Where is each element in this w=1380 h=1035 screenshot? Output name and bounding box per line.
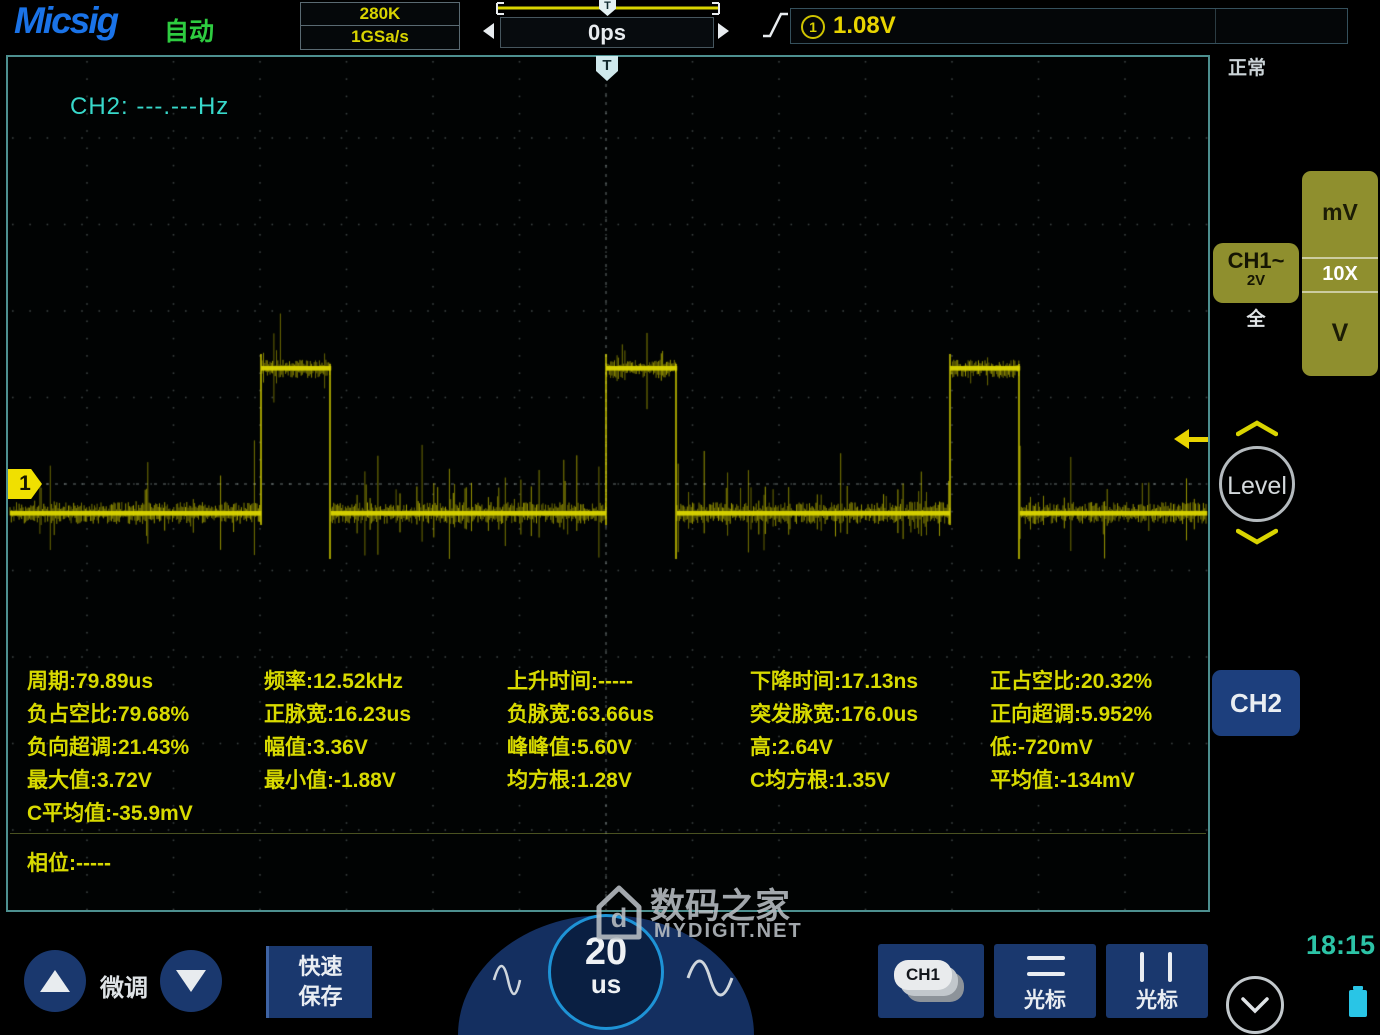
vertical-scale-panel[interactable]: mV 10X V — [1302, 171, 1378, 376]
battery-body — [1349, 990, 1367, 1017]
measurement-item: 频率:12.52kHz — [264, 665, 411, 698]
trigger-slope-icon[interactable] — [762, 11, 789, 39]
measurement-item: 低:-720mV — [990, 731, 1152, 764]
measurement-item: 正脉宽:16.23us — [264, 698, 411, 731]
measurement-grid: 周期:79.89us负占空比:79.68%负向超调:21.43%最大值:3.72… — [8, 57, 1208, 910]
measurement-item: C平均值:-35.9mV — [27, 797, 193, 830]
vcursor-line-icon — [1168, 952, 1172, 982]
trigger-source-icon: 1 — [801, 15, 825, 39]
divider — [1302, 257, 1378, 259]
measurement-column: 频率:12.52kHz正脉宽:16.23us幅值:3.36V最小值:-1.88V — [264, 665, 411, 797]
measurement-item: 幅值:3.36V — [264, 731, 411, 764]
measurement-item: 正向超调:5.952% — [990, 698, 1152, 731]
ch1-bandwidth-label: 全 — [1238, 304, 1274, 331]
hcursor-label: 光标 — [994, 984, 1096, 1014]
waveform-display[interactable]: CH2: ---.---Hz T 1 周期:79.89us负占空比:79.68%… — [6, 55, 1210, 912]
measurement-item: 负脉宽:63.66us — [507, 698, 654, 731]
measurement-item: 周期:79.89us — [27, 665, 193, 698]
vcursor-label: 光标 — [1106, 984, 1208, 1014]
divider — [1302, 291, 1378, 293]
trigger-status-box[interactable]: 1 1.08V — [790, 8, 1348, 44]
quick-save-button[interactable]: 快速 保存 — [266, 946, 372, 1018]
horizontal-cursor-button[interactable]: 光标 — [994, 944, 1096, 1018]
ch1-channel-button[interactable]: CH1~ 2V — [1213, 243, 1299, 303]
down-triangle-icon — [176, 970, 206, 992]
measurement-item: 峰峰值:5.60V — [507, 731, 654, 764]
ch1-scale: 2V — [1213, 273, 1299, 289]
sine-large-icon[interactable] — [684, 952, 736, 1004]
watermark-subtitle: MYDIGIT.NET — [654, 920, 803, 943]
measurement-item: 最大值:3.72V — [27, 764, 193, 797]
measurement-item: 突发脉宽:176.0us — [750, 698, 918, 731]
timebase-unit: us — [551, 971, 661, 997]
measurement-separator — [10, 833, 1206, 834]
measurement-item: 均方根:1.28V — [507, 764, 654, 797]
fine-tune-label: 微调 — [100, 968, 148, 1003]
svg-text:d: d — [611, 903, 628, 933]
house-logo-icon: d — [592, 882, 646, 944]
measurement-column: 下降时间:17.13ns突发脉宽:176.0us高:2.64VC均方根:1.35… — [750, 665, 918, 797]
level-down-icon[interactable] — [1236, 528, 1278, 545]
measurement-column: 上升时间:-----负脉宽:63.66us峰峰值:5.60V均方根:1.28V — [507, 665, 654, 797]
trigger-level-value: 1.08V — [833, 12, 896, 40]
measurement-item: 下降时间:17.13ns — [750, 665, 918, 698]
sine-small-icon[interactable] — [490, 958, 524, 1002]
measurement-item: 负向超调:21.43% — [27, 731, 193, 764]
measurement-item: 高:2.64V — [750, 731, 918, 764]
level-up-icon[interactable] — [1236, 420, 1278, 437]
hpos-left-arrow[interactable] — [483, 23, 494, 39]
ch1-select-button[interactable]: CH1 — [878, 944, 984, 1018]
measurement-item: 上升时间:----- — [507, 665, 654, 698]
chevron-down-icon — [1229, 979, 1281, 1031]
ch2-channel-button[interactable]: CH2 — [1212, 670, 1300, 736]
hcursor-line-icon — [1027, 956, 1065, 960]
measurement-item: 正占空比:20.32% — [990, 665, 1152, 698]
hpos-right-arrow[interactable] — [718, 23, 729, 39]
acquisition-mode-label[interactable]: 自动 — [164, 12, 214, 48]
battery-icon — [1349, 986, 1367, 1017]
trigger-level-knob[interactable]: Level — [1219, 446, 1295, 522]
measurement-item: 最小值:-1.88V — [264, 764, 411, 797]
measurement-column: 周期:79.89us负占空比:79.68%负向超调:21.43%最大值:3.72… — [27, 665, 193, 830]
stack-card-label: CH1 — [894, 960, 952, 990]
up-triangle-icon — [40, 970, 70, 992]
measurement-column: 正占空比:20.32%正向超调:5.952%低:-720mV平均值:-134mV — [990, 665, 1152, 797]
sample-rate: 1GSa/s — [301, 26, 459, 48]
vertical-cursor-button[interactable]: 光标 — [1106, 944, 1208, 1018]
measurement-item: C均方根:1.35V — [750, 764, 918, 797]
hpos-value[interactable]: 0ps — [500, 17, 714, 48]
trigger-mode-status: 正常 — [1228, 53, 1266, 80]
clock-readout: 18:15 — [1306, 930, 1375, 961]
probe-attenuation[interactable]: 10X — [1302, 263, 1378, 286]
acquisition-info-box[interactable]: 280K 1GSa/s — [300, 2, 460, 50]
micsig-logo: Micsig — [14, 0, 117, 42]
phase-readout: 相位:----- — [27, 847, 111, 877]
scale-unit-v[interactable]: V — [1302, 319, 1378, 348]
divider — [1215, 9, 1216, 43]
vcursor-line-icon — [1140, 952, 1144, 982]
scale-unit-mv[interactable]: mV — [1302, 199, 1378, 226]
collapse-menu-button[interactable] — [1226, 976, 1284, 1034]
quick-save-line2: 保存 — [269, 982, 372, 1012]
quick-save-line1: 快速 — [269, 952, 372, 982]
channel-stack-icon: CH1 — [894, 960, 974, 1006]
measurement-item: 平均值:-134mV — [990, 764, 1152, 797]
memory-depth: 280K — [301, 3, 459, 25]
fine-tune-up-button[interactable] — [24, 950, 86, 1012]
oscilloscope-ui: Micsig 自动 280K 1GSa/s T 0ps 1 1.08V CH2:… — [0, 0, 1380, 1035]
fine-tune-down-button[interactable] — [160, 950, 222, 1012]
measurement-item: 负占空比:79.68% — [27, 698, 193, 731]
ch1-label: CH1~ — [1213, 249, 1299, 273]
hcursor-line-icon — [1027, 972, 1065, 976]
